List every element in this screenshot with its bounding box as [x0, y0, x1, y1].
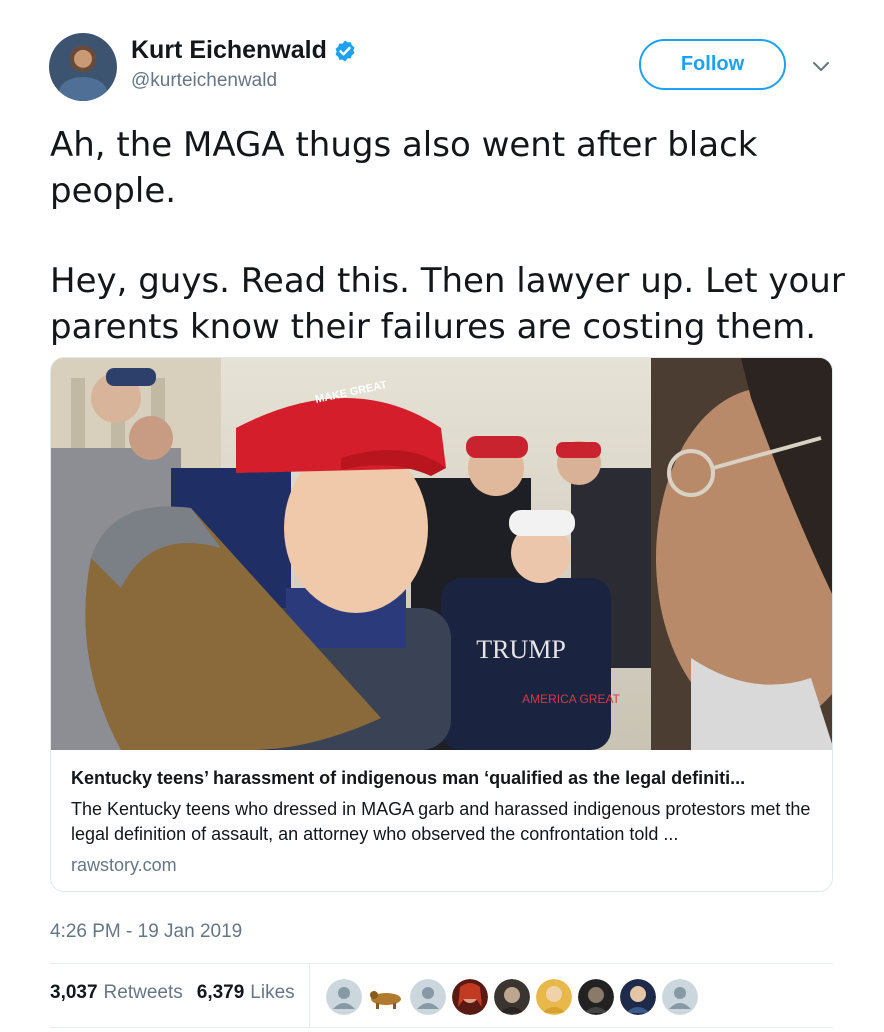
divider: [50, 963, 833, 964]
follow-button[interactable]: Follow: [639, 39, 786, 90]
person-avatar-icon[interactable]: [452, 979, 488, 1015]
likes-label: Likes: [250, 982, 295, 1003]
person-avatar-icon[interactable]: [620, 979, 656, 1015]
card-title[interactable]: Kentucky teens’ harassment of indigenous…: [71, 768, 812, 789]
tweet-text: Ah, the MAGA thugs also went after black…: [50, 122, 850, 350]
author-avatar[interactable]: [49, 33, 117, 101]
retweets-label: Retweets: [103, 982, 183, 1003]
tweet-paragraph: Ah, the MAGA thugs also went after black…: [50, 125, 758, 211]
author-name-row: Kurt Eichenwald: [131, 36, 357, 65]
hoodie-text-trump: TRUMP: [476, 635, 566, 664]
card-domain: rawstory.com: [71, 855, 177, 875]
dog-avatar-icon[interactable]: [368, 979, 404, 1015]
chevron-down-icon[interactable]: [810, 56, 832, 78]
likers-list: [326, 979, 698, 1015]
default-avatar-icon[interactable]: [326, 979, 362, 1015]
person-avatar-icon[interactable]: [578, 979, 614, 1015]
tweet-timestamp[interactable]: 4:26 PM - 19 Jan 2019: [50, 921, 242, 943]
tweet-paragraph: Hey, guys. Read this. Then lawyer up. Le…: [50, 261, 845, 347]
retweets-count: 3,037: [50, 982, 98, 1003]
likes-stat[interactable]: 6,379 Likes: [197, 982, 295, 1004]
tweet-stats: 3,037 Retweets 6,379 Likes: [50, 982, 309, 1004]
stats-separator: [309, 963, 310, 1027]
author-handle[interactable]: @kurteichenwald: [131, 70, 277, 92]
card-image: TRUMP AMERICA GREAT MAKE GREAT: [51, 358, 832, 750]
hoodie-text-america: AMERICA GREAT: [522, 692, 620, 706]
person-avatar-icon[interactable]: [536, 979, 572, 1015]
divider: [50, 1027, 833, 1028]
person-avatar-icon[interactable]: [494, 979, 530, 1015]
card-body: Kentucky teens’ harassment of indigenous…: [51, 750, 832, 876]
card-description: The Kentucky teens who dressed in MAGA g…: [71, 799, 811, 844]
likes-count: 6,379: [196, 982, 245, 1003]
author-display-name[interactable]: Kurt Eichenwald: [131, 36, 327, 65]
verified-badge-icon: [335, 40, 355, 61]
default-avatar-icon[interactable]: [410, 979, 446, 1015]
retweets-stat[interactable]: 3,037 Retweets: [50, 982, 183, 1004]
default-avatar-icon[interactable]: [662, 979, 698, 1015]
link-preview-card[interactable]: TRUMP AMERICA GREAT MAKE GREAT Kentucky …: [50, 357, 833, 892]
